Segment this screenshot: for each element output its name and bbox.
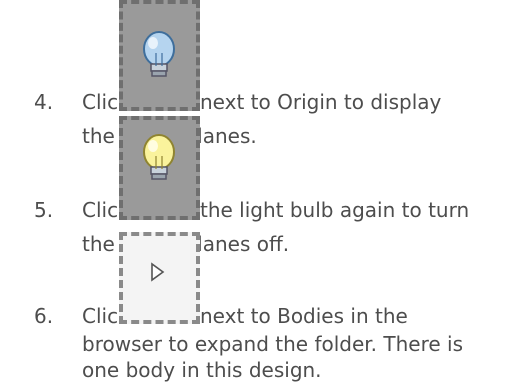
lightbulb-off-icon <box>143 31 175 77</box>
step-number: 4. <box>34 90 54 114</box>
bodies-expand-button[interactable] <box>119 232 200 324</box>
step-6: 6. Click next to Bodies in the browser t… <box>34 301 521 382</box>
lightbulb-on-icon <box>143 134 175 180</box>
step-text: next to Bodies in the <box>200 304 408 328</box>
step-text: the light bulb again to turn <box>200 198 470 222</box>
origin-visibility-on-button[interactable] <box>119 116 200 220</box>
step-number: 5. <box>34 198 54 222</box>
expand-triangle-icon <box>151 262 165 282</box>
step-text: next to Origin to display <box>200 90 442 114</box>
step-4: 4. Click next to Origin to display the o… <box>34 87 514 157</box>
step-5: 5. Click the light bulb again to turn th… <box>34 195 514 265</box>
step-number: 6. <box>34 304 54 328</box>
origin-visibility-button[interactable] <box>119 0 200 111</box>
